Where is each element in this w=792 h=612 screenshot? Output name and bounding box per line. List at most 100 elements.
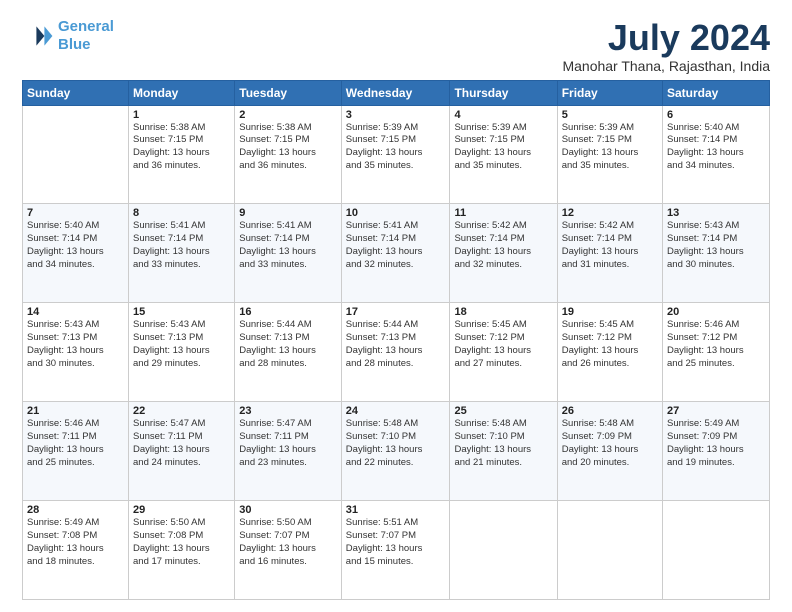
day-info: Sunrise: 5:50 AM Sunset: 7:08 PM Dayligh… [133,517,230,568]
table-row: 21Sunrise: 5:46 AM Sunset: 7:11 PM Dayli… [23,402,129,501]
table-row: 8Sunrise: 5:41 AM Sunset: 7:14 PM Daylig… [129,204,235,303]
day-info: Sunrise: 5:44 AM Sunset: 7:13 PM Dayligh… [346,319,446,370]
day-info: Sunrise: 5:40 AM Sunset: 7:14 PM Dayligh… [667,122,765,173]
day-info: Sunrise: 5:42 AM Sunset: 7:14 PM Dayligh… [562,220,658,271]
day-number: 17 [346,306,446,318]
table-row [23,105,129,204]
day-number: 24 [346,405,446,417]
day-info: Sunrise: 5:44 AM Sunset: 7:13 PM Dayligh… [239,319,337,370]
table-row: 13Sunrise: 5:43 AM Sunset: 7:14 PM Dayli… [663,204,770,303]
table-row: 9Sunrise: 5:41 AM Sunset: 7:14 PM Daylig… [235,204,342,303]
table-row: 15Sunrise: 5:43 AM Sunset: 7:13 PM Dayli… [129,303,235,402]
calendar-week-row: 7Sunrise: 5:40 AM Sunset: 7:14 PM Daylig… [23,204,770,303]
table-row: 14Sunrise: 5:43 AM Sunset: 7:13 PM Dayli… [23,303,129,402]
day-number: 13 [667,207,765,219]
calendar-week-row: 21Sunrise: 5:46 AM Sunset: 7:11 PM Dayli… [23,402,770,501]
table-row [663,501,770,600]
table-row: 7Sunrise: 5:40 AM Sunset: 7:14 PM Daylig… [23,204,129,303]
day-number: 21 [27,405,124,417]
day-info: Sunrise: 5:42 AM Sunset: 7:14 PM Dayligh… [454,220,552,271]
day-number: 5 [562,109,658,121]
header-thursday: Thursday [450,80,557,105]
day-number: 22 [133,405,230,417]
day-number: 27 [667,405,765,417]
table-row: 4Sunrise: 5:39 AM Sunset: 7:15 PM Daylig… [450,105,557,204]
day-info: Sunrise: 5:49 AM Sunset: 7:08 PM Dayligh… [27,517,124,568]
day-number: 29 [133,504,230,516]
header-monday: Monday [129,80,235,105]
day-info: Sunrise: 5:41 AM Sunset: 7:14 PM Dayligh… [133,220,230,271]
header-saturday: Saturday [663,80,770,105]
calendar: Sunday Monday Tuesday Wednesday Thursday… [22,80,770,600]
table-row: 25Sunrise: 5:48 AM Sunset: 7:10 PM Dayli… [450,402,557,501]
table-row: 12Sunrise: 5:42 AM Sunset: 7:14 PM Dayli… [557,204,662,303]
day-number: 10 [346,207,446,219]
day-info: Sunrise: 5:45 AM Sunset: 7:12 PM Dayligh… [454,319,552,370]
subtitle: Manohar Thana, Rajasthan, India [562,58,770,74]
day-info: Sunrise: 5:47 AM Sunset: 7:11 PM Dayligh… [133,418,230,469]
main-title: July 2024 [562,18,770,58]
table-row: 26Sunrise: 5:48 AM Sunset: 7:09 PM Dayli… [557,402,662,501]
day-info: Sunrise: 5:39 AM Sunset: 7:15 PM Dayligh… [346,122,446,173]
logo-icon [22,20,54,52]
day-info: Sunrise: 5:47 AM Sunset: 7:11 PM Dayligh… [239,418,337,469]
header-friday: Friday [557,80,662,105]
day-number: 1 [133,109,230,121]
day-info: Sunrise: 5:39 AM Sunset: 7:15 PM Dayligh… [454,122,552,173]
day-number: 15 [133,306,230,318]
table-row: 6Sunrise: 5:40 AM Sunset: 7:14 PM Daylig… [663,105,770,204]
calendar-week-row: 14Sunrise: 5:43 AM Sunset: 7:13 PM Dayli… [23,303,770,402]
day-info: Sunrise: 5:45 AM Sunset: 7:12 PM Dayligh… [562,319,658,370]
table-row: 1Sunrise: 5:38 AM Sunset: 7:15 PM Daylig… [129,105,235,204]
logo-text: General Blue [58,18,114,54]
day-info: Sunrise: 5:38 AM Sunset: 7:15 PM Dayligh… [133,122,230,173]
day-number: 7 [27,207,124,219]
table-row: 29Sunrise: 5:50 AM Sunset: 7:08 PM Dayli… [129,501,235,600]
day-number: 26 [562,405,658,417]
header: General Blue July 2024 Manohar Thana, Ra… [22,18,770,74]
day-info: Sunrise: 5:51 AM Sunset: 7:07 PM Dayligh… [346,517,446,568]
day-number: 3 [346,109,446,121]
table-row: 28Sunrise: 5:49 AM Sunset: 7:08 PM Dayli… [23,501,129,600]
day-info: Sunrise: 5:48 AM Sunset: 7:09 PM Dayligh… [562,418,658,469]
header-tuesday: Tuesday [235,80,342,105]
day-number: 8 [133,207,230,219]
table-row: 19Sunrise: 5:45 AM Sunset: 7:12 PM Dayli… [557,303,662,402]
day-number: 16 [239,306,337,318]
table-row: 17Sunrise: 5:44 AM Sunset: 7:13 PM Dayli… [341,303,450,402]
day-info: Sunrise: 5:43 AM Sunset: 7:13 PM Dayligh… [27,319,124,370]
day-info: Sunrise: 5:41 AM Sunset: 7:14 PM Dayligh… [346,220,446,271]
day-info: Sunrise: 5:46 AM Sunset: 7:12 PM Dayligh… [667,319,765,370]
calendar-week-row: 28Sunrise: 5:49 AM Sunset: 7:08 PM Dayli… [23,501,770,600]
day-info: Sunrise: 5:40 AM Sunset: 7:14 PM Dayligh… [27,220,124,271]
table-row: 22Sunrise: 5:47 AM Sunset: 7:11 PM Dayli… [129,402,235,501]
table-row: 20Sunrise: 5:46 AM Sunset: 7:12 PM Dayli… [663,303,770,402]
table-row [450,501,557,600]
table-row [557,501,662,600]
day-number: 4 [454,109,552,121]
day-info: Sunrise: 5:39 AM Sunset: 7:15 PM Dayligh… [562,122,658,173]
table-row: 24Sunrise: 5:48 AM Sunset: 7:10 PM Dayli… [341,402,450,501]
table-row: 3Sunrise: 5:39 AM Sunset: 7:15 PM Daylig… [341,105,450,204]
day-number: 31 [346,504,446,516]
day-info: Sunrise: 5:38 AM Sunset: 7:15 PM Dayligh… [239,122,337,173]
logo: General Blue [22,18,114,54]
calendar-week-row: 1Sunrise: 5:38 AM Sunset: 7:15 PM Daylig… [23,105,770,204]
table-row: 11Sunrise: 5:42 AM Sunset: 7:14 PM Dayli… [450,204,557,303]
table-row: 30Sunrise: 5:50 AM Sunset: 7:07 PM Dayli… [235,501,342,600]
day-info: Sunrise: 5:50 AM Sunset: 7:07 PM Dayligh… [239,517,337,568]
day-info: Sunrise: 5:48 AM Sunset: 7:10 PM Dayligh… [454,418,552,469]
day-info: Sunrise: 5:48 AM Sunset: 7:10 PM Dayligh… [346,418,446,469]
day-info: Sunrise: 5:46 AM Sunset: 7:11 PM Dayligh… [27,418,124,469]
table-row: 16Sunrise: 5:44 AM Sunset: 7:13 PM Dayli… [235,303,342,402]
day-number: 20 [667,306,765,318]
day-number: 2 [239,109,337,121]
header-sunday: Sunday [23,80,129,105]
day-number: 28 [27,504,124,516]
day-number: 25 [454,405,552,417]
calendar-header-row: Sunday Monday Tuesday Wednesday Thursday… [23,80,770,105]
table-row: 27Sunrise: 5:49 AM Sunset: 7:09 PM Dayli… [663,402,770,501]
table-row: 23Sunrise: 5:47 AM Sunset: 7:11 PM Dayli… [235,402,342,501]
page: General Blue July 2024 Manohar Thana, Ra… [0,0,792,612]
table-row: 18Sunrise: 5:45 AM Sunset: 7:12 PM Dayli… [450,303,557,402]
